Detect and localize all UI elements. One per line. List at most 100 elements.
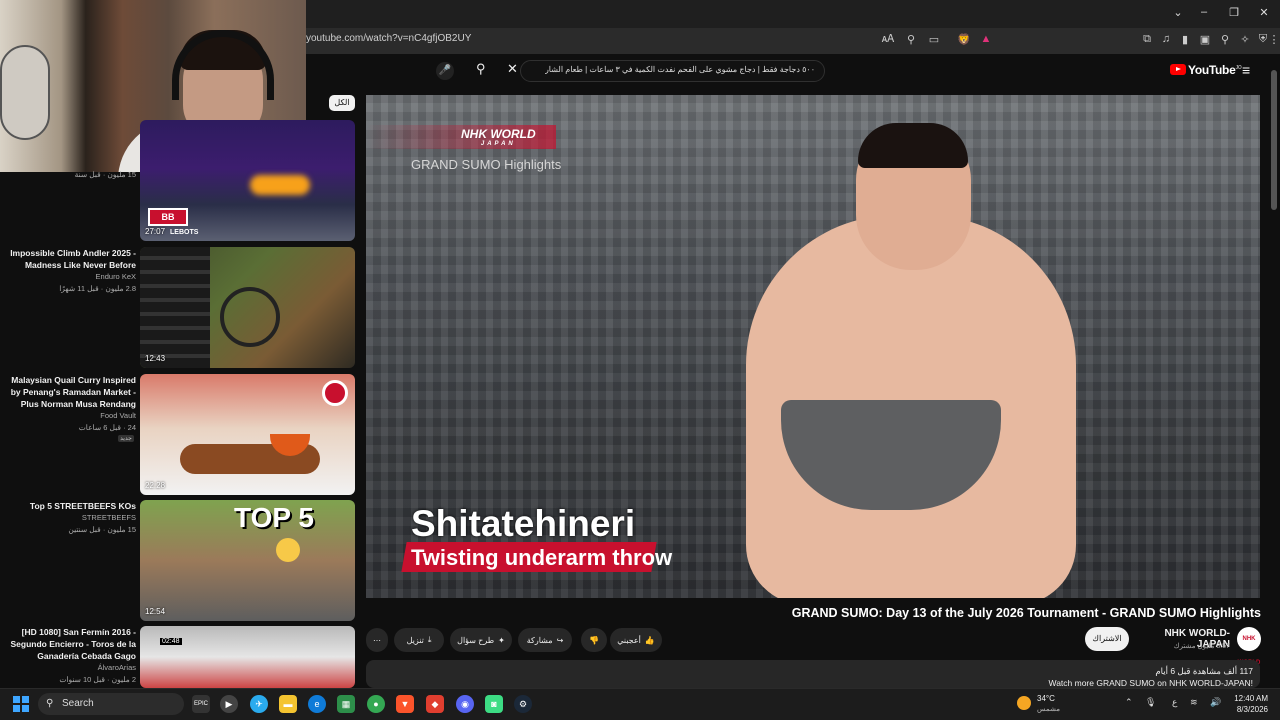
like-icon: 👍 xyxy=(644,635,655,645)
brave-icon[interactable]: ▼ xyxy=(396,695,414,713)
search-icon: ⚲ xyxy=(46,698,54,709)
language-indicator[interactable]: ع xyxy=(1172,697,1177,708)
telegram-icon[interactable]: ✈ xyxy=(250,695,268,713)
file-explorer-icon[interactable]: ▬ xyxy=(279,695,297,713)
chrome-icon[interactable]: ● xyxy=(367,695,385,713)
like-button[interactable]: 👍 أعجبني xyxy=(610,628,662,652)
video-meta-2: 24 · قبل 6 ساعات xyxy=(78,423,136,432)
more-actions-button[interactable]: ⋯ xyxy=(366,628,388,652)
search-ext-icon[interactable]: ⚲ xyxy=(1217,33,1233,46)
page-scrollbar[interactable] xyxy=(1271,70,1277,210)
overlay-subtitle: GRAND SUMO Highlights xyxy=(411,157,562,172)
video-title-2[interactable]: Malaysian Quail Curry Inspired by Penang… xyxy=(10,374,136,410)
download-icon: ⤓ xyxy=(427,635,432,644)
video-channel-3[interactable]: STREETBEEFS xyxy=(10,513,136,522)
top5-text: TOP 5 xyxy=(234,502,314,533)
clear-search-icon[interactable]: ✕ xyxy=(507,61,518,77)
cast-icon[interactable]: ▭ xyxy=(926,33,942,46)
channel-subscribers: 3.57 مليون مشترك xyxy=(1173,643,1230,650)
youtube-logo-text: YouTube xyxy=(1188,63,1236,77)
translate-icon[interactable]: 🗚 xyxy=(880,33,896,46)
share-button[interactable]: ↪ مشاركة xyxy=(518,628,572,652)
ask-button[interactable]: ✦ طرح سؤال xyxy=(450,628,512,652)
video-thumbnail-1[interactable]: 12:43 xyxy=(140,247,355,368)
subscribe-button[interactable]: الاشتراك xyxy=(1085,627,1129,651)
url-field[interactable]: youtube.com/watch?v=nC4gfjOB2UY xyxy=(306,33,471,44)
media-player-icon[interactable]: ▶ xyxy=(220,695,238,713)
channel-avatar[interactable]: NHK WORLD xyxy=(1237,627,1261,666)
video-channel-1[interactable]: Enduro KeX xyxy=(10,272,136,281)
dislike-icon: 👎 xyxy=(589,635,599,645)
zoom-icon[interactable]: ⚲ xyxy=(903,33,919,46)
brave-shields-icon[interactable]: 🦁 xyxy=(956,33,972,46)
search-button-icon[interactable]: ⚲ xyxy=(476,61,486,77)
weather-sun-icon[interactable] xyxy=(1017,696,1031,710)
sidebar-icon[interactable]: ▮ xyxy=(1177,33,1193,46)
mic-icon[interactable]: 🎙 xyxy=(1145,697,1156,708)
edge-icon[interactable]: e xyxy=(308,695,326,713)
tire-wall xyxy=(140,247,210,368)
sumo-topknot xyxy=(858,123,968,168)
minimize-button[interactable]: – xyxy=(1194,6,1214,18)
hamburger-menu-icon[interactable]: ≡ xyxy=(1242,62,1250,78)
video-title-4[interactable]: [HD 1080] San Fermín 2016 - Segundo Enci… xyxy=(10,626,136,662)
dirt-bike xyxy=(220,287,280,347)
app-icon[interactable]: ◆ xyxy=(426,695,444,713)
windows-start-icon[interactable] xyxy=(13,696,29,712)
filter-chip-all[interactable]: الكل xyxy=(329,95,355,111)
video-title-3[interactable]: Top 5 STREETBEEFS KOs xyxy=(10,500,136,512)
taskbar-search[interactable]: ⚲ Search xyxy=(38,693,184,715)
download-button[interactable]: ⤓ تنزيل xyxy=(394,628,444,652)
duration-badge: 27:07 xyxy=(145,227,166,236)
video-title-1[interactable]: Impossible Climb Andler 2025 - Madness L… xyxy=(10,247,136,271)
dislike-button[interactable]: 👎 xyxy=(581,628,607,652)
youtube-play-icon xyxy=(1170,64,1186,75)
wifi-icon[interactable]: ≋ xyxy=(1190,697,1198,708)
sparkle-icon: ✦ xyxy=(498,635,505,645)
description-views: 117 ألف مشاهدة قبل 6 أيام xyxy=(1155,666,1253,676)
brave-rewards-icon[interactable]: ▲ xyxy=(978,33,994,45)
food-vault-logo xyxy=(322,380,348,406)
clock-time[interactable]: 12:40 AM xyxy=(1222,694,1268,703)
weather-temp[interactable]: 34°C xyxy=(1037,694,1055,703)
video-thumbnail-2[interactable]: 22:28 xyxy=(140,374,355,495)
search-query-text: ٥٠٠ دجاجة فقط | دجاج مشوي على الفحم نفدت… xyxy=(545,65,815,74)
wallet-icon[interactable]: ▣ xyxy=(1197,33,1213,46)
fire-graphic xyxy=(250,175,310,195)
tab-search-icon[interactable]: ⌄ xyxy=(1168,6,1188,19)
nhk-logo-sub: JAPAN xyxy=(480,141,516,147)
video-thumbnail-3[interactable]: TOP 5 12:54 xyxy=(140,500,355,621)
extensions-icon[interactable]: ⧉ xyxy=(1139,33,1155,46)
discord-icon[interactable]: ◉ xyxy=(456,695,474,713)
duration-badge: 12:43 xyxy=(145,354,166,363)
menu-icon[interactable]: ⋮ xyxy=(1266,33,1280,46)
voice-search-icon[interactable]: 🎤 xyxy=(436,62,454,80)
video-thumbnail-4[interactable]: 02:48 xyxy=(140,626,355,688)
video-channel-2[interactable]: Food Vault xyxy=(10,411,136,420)
green-app-icon[interactable]: ◙ xyxy=(485,695,503,713)
sleepy-emoji-icon xyxy=(276,538,300,562)
video-meta-0-top: 15 مليون · قبل سنة xyxy=(74,170,136,179)
volume-icon[interactable]: 🔊 xyxy=(1210,697,1221,708)
media-icon[interactable]: ♫ xyxy=(1158,33,1174,45)
epic-games-icon[interactable]: EPIC xyxy=(192,695,210,713)
clock-date[interactable]: 8/3/2026 xyxy=(1222,705,1268,714)
steam-icon[interactable]: ⚙ xyxy=(514,695,532,713)
video-meta-1: 2.8 مليون · قبل 11 شهرًا xyxy=(59,284,136,293)
nhk-world-logo: NHK WORLD JAPAN xyxy=(461,127,536,147)
video-title: GRAND SUMO: Day 13 of the July 2026 Tour… xyxy=(791,606,1261,620)
store-icon[interactable]: ▦ xyxy=(337,695,355,713)
close-window-button[interactable]: ✕ xyxy=(1254,6,1274,19)
description-text: Watch more GRAND SUMO on NHK WORLD-JAPAN… xyxy=(1048,678,1253,688)
video-player[interactable]: NHK WORLD JAPAN GRAND SUMO Highlights Shi… xyxy=(366,95,1260,598)
video-channel-4[interactable]: ÁlvaroArias xyxy=(10,663,136,672)
video-thumbnail-0[interactable]: BB LEBOTS 27:07 xyxy=(140,120,355,241)
maximize-button[interactable]: ❐ xyxy=(1224,6,1244,19)
leo-icon[interactable]: ✧ xyxy=(1237,33,1253,46)
more-icon: ⋯ xyxy=(373,635,381,645)
share-icon: ↪ xyxy=(556,635,564,645)
video-meta-3: 15 مليون · قبل سنتين xyxy=(68,525,136,534)
lebots-logo: BB xyxy=(148,208,188,226)
tray-chevron-icon[interactable]: ⌃ xyxy=(1125,697,1133,708)
youtube-logo[interactable]: YouTubeJO xyxy=(1170,63,1242,77)
